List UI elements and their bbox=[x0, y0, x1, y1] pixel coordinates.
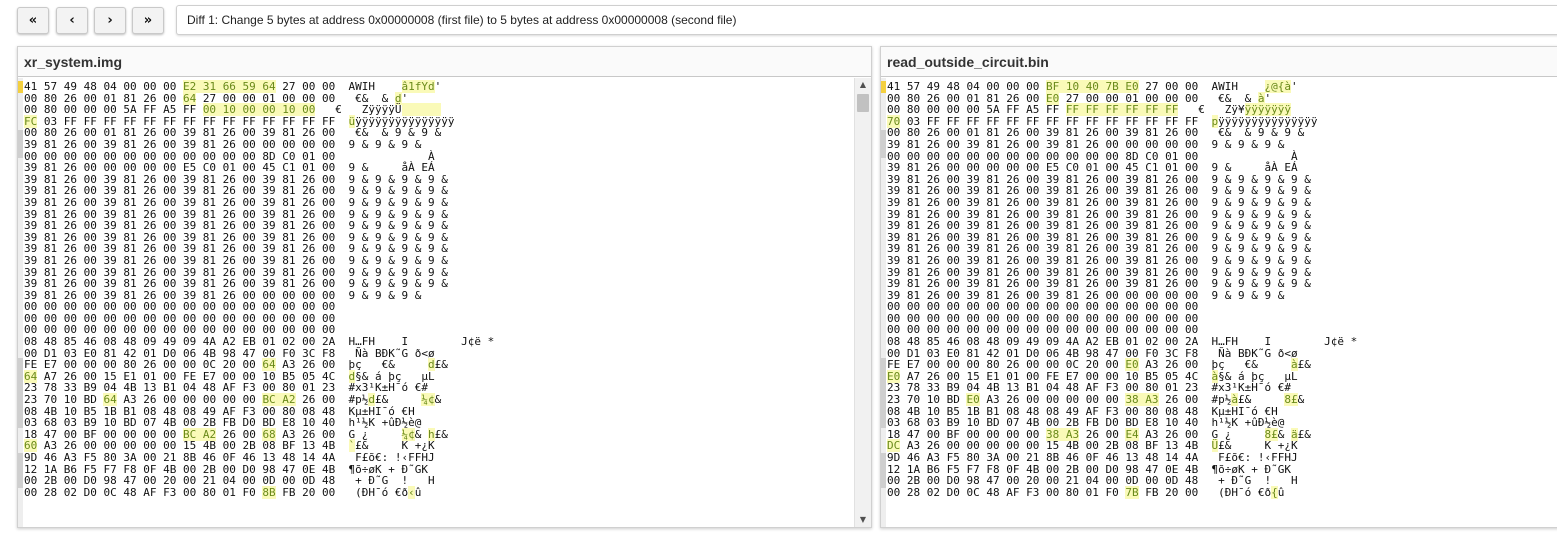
scroll-down-arrow-icon[interactable]: ▼ bbox=[855, 513, 871, 527]
right-diff-marker bbox=[881, 453, 886, 488]
diff-bytes: ¼¢ bbox=[421, 393, 435, 407]
left-hex-dump: 41 57 49 48 04 00 00 00 E2 31 66 59 64 2… bbox=[24, 80, 494, 499]
next-diff-button[interactable]: › bbox=[94, 7, 126, 34]
left-cursor-marker bbox=[18, 81, 23, 93]
bytes: û bbox=[414, 485, 422, 499]
bytes: £& bbox=[434, 427, 448, 441]
diff-bytes: ‹ bbox=[408, 485, 415, 499]
diff-bytes: 8B bbox=[262, 485, 276, 499]
chevron-right-icon: › bbox=[107, 13, 113, 28]
diff-summary: Diff 1: Change 5 bytes at address 0x0000… bbox=[176, 5, 1557, 35]
bytes: FB 20 00 (ÐH¯ó €ð bbox=[275, 485, 409, 499]
bytes: 00 28 02 D0 0C 48 AF F3 00 80 01 F0 bbox=[887, 485, 1126, 499]
bytes: £& bbox=[1297, 358, 1311, 372]
left-scrollbar[interactable]: ▲ ▼ bbox=[854, 78, 871, 527]
diff-bytes: 8£ bbox=[1284, 393, 1298, 407]
right-hex-dump: 41 57 49 48 04 00 00 00 BF 10 40 7B E0 2… bbox=[887, 80, 1357, 499]
hex-row: 00 28 02 D0 0C 48 AF F3 00 80 01 F0 8B F… bbox=[24, 485, 494, 499]
chevron-left-icon: ‹ bbox=[69, 13, 75, 28]
bytes: & bbox=[434, 393, 442, 407]
last-diff-button[interactable]: » bbox=[132, 7, 164, 34]
right-diff-marker bbox=[881, 358, 886, 428]
bytes: 00 28 02 D0 0C 48 AF F3 00 80 01 F0 bbox=[24, 485, 263, 499]
bytes: û bbox=[1277, 485, 1285, 499]
left-file-name: xr_system.img bbox=[18, 47, 871, 77]
bytes: £& bbox=[434, 358, 448, 372]
right-cursor-marker bbox=[881, 81, 886, 93]
bytes: & bbox=[1297, 393, 1305, 407]
bytes: FB 20 00 (ÐH¯ó €ð bbox=[1138, 485, 1272, 499]
first-diff-button[interactable]: « bbox=[17, 7, 49, 34]
right-hex-view[interactable]: 41 57 49 48 04 00 00 00 BF 10 40 7B E0 2… bbox=[881, 78, 1557, 527]
scroll-up-arrow-icon[interactable]: ▲ bbox=[855, 78, 871, 92]
double-chevron-right-icon: » bbox=[143, 13, 153, 28]
diff-bytes: { bbox=[1271, 485, 1278, 499]
bytes: ' bbox=[434, 80, 442, 93]
left-diff-marker bbox=[18, 130, 23, 158]
diff-bytes: 7B bbox=[1125, 485, 1139, 499]
scrollbar-thumb[interactable] bbox=[857, 94, 869, 112]
previous-diff-button[interactable]: ‹ bbox=[56, 7, 88, 34]
left-file-panel: xr_system.img 41 57 49 48 04 00 00 00 E2… bbox=[17, 46, 872, 528]
left-diff-marker bbox=[18, 358, 23, 428]
right-file-panel: read_outside_circuit.bin 41 57 49 48 04 … bbox=[880, 46, 1557, 528]
bytes: £& bbox=[1297, 427, 1311, 441]
left-hex-view[interactable]: 41 57 49 48 04 00 00 00 E2 31 66 59 64 2… bbox=[18, 78, 871, 527]
double-chevron-left-icon: « bbox=[28, 13, 38, 28]
left-diff-marker bbox=[18, 453, 23, 488]
right-file-name: read_outside_circuit.bin bbox=[881, 47, 1557, 77]
hex-row: 00 28 02 D0 0C 48 AF F3 00 80 01 F0 7B F… bbox=[887, 485, 1357, 499]
right-diff-marker bbox=[881, 130, 886, 158]
bytes: ' bbox=[1291, 80, 1298, 93]
